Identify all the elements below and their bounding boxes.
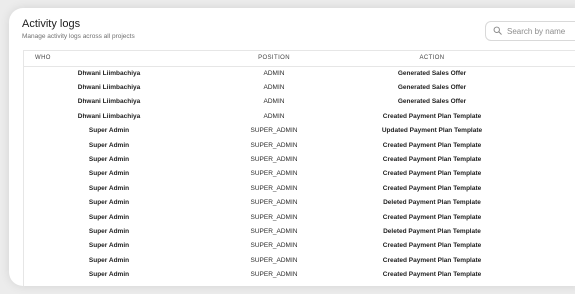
column-header-action[interactable]: ACTION	[354, 51, 510, 67]
cell-spacer	[510, 224, 575, 238]
cell-action: Created Payment Plan Template	[382, 184, 482, 192]
cell-action: Deleted Payment Plan Template	[383, 199, 481, 207]
cell-who: Super Admin	[88, 141, 130, 149]
cell-position: SUPER_ADMIN	[250, 227, 298, 235]
cell-spacer	[510, 109, 575, 123]
table-row[interactable]: Super Admin SUPER_ADMIN Deleted Payment Pl…	[24, 196, 575, 210]
table-row[interactable]: Super Admin SUPER_ADMIN Created Payment Pl…	[24, 167, 575, 181]
table-header-row: WHO POSITION ACTION	[24, 51, 575, 67]
cell-action: Generated Sales Offer	[397, 84, 467, 92]
cell-who: Super Admin	[88, 256, 130, 264]
cell-position: SUPER_ADMIN	[250, 184, 298, 192]
table-row[interactable]: Super AdminSUPER_ADMINCreated Payment Pl…	[24, 282, 575, 287]
cell-position: ADMIN	[263, 112, 285, 120]
table-row[interactable]: Super Admin SUPER_ADMIN Created Payment Pl…	[24, 267, 575, 281]
cell-who: Super Admin	[88, 184, 130, 192]
cell-who: Super Admin	[88, 170, 130, 178]
cell-action: Deleted Payment Plan Template	[383, 227, 481, 235]
cell-spacer	[510, 239, 575, 253]
cell-who: Super Admin	[88, 199, 130, 207]
search-box[interactable]	[485, 21, 575, 41]
table-row[interactable]: Dhwani Liimbachiya ADMIN Generated Sales O…	[24, 80, 575, 94]
cell-spacer	[510, 95, 575, 109]
cell-position: SUPER_ADMIN	[250, 170, 298, 178]
search-input[interactable]	[507, 26, 575, 36]
cell-spacer	[510, 253, 575, 267]
cell-action: Created Payment Plan Template	[382, 141, 482, 149]
cell-action: Generated Sales Offer	[397, 69, 467, 77]
card-header: Activity logs Manage activity logs acros…	[9, 8, 575, 48]
table-body: Dhwani Liimbachiya ADMIN Generated Sales O…	[24, 66, 575, 286]
cell-who: Super Admin	[88, 127, 130, 135]
table-row[interactable]: Super Admin SUPER_ADMIN Created Payment Pl…	[24, 138, 575, 152]
cell-spacer	[510, 167, 575, 181]
cell-who: Dhwani Liimbachiya	[77, 84, 141, 92]
cell-position: SUPER_ADMIN	[250, 141, 298, 149]
table-row[interactable]: Dhwani Liimbachiya ADMIN Generated Sales O…	[24, 95, 575, 109]
table-row[interactable]: Super Admin SUPER_ADMIN Created Payment Pl…	[24, 181, 575, 195]
cell-who: Super Admin	[88, 242, 130, 250]
cell-spacer	[510, 282, 575, 286]
activity-table-container: WHO POSITION ACTION Dhwani Liimbachiya AD…	[23, 50, 575, 286]
cell-position: SUPER_ADMIN	[250, 256, 298, 264]
cell-action: Created Payment Plan Template	[382, 112, 482, 120]
cell-who: Super Admin	[88, 227, 130, 235]
table-row[interactable]: Super Admin SUPER_ADMIN Deleted Payment Pl…	[24, 224, 575, 238]
column-header-who[interactable]: WHO	[24, 51, 194, 67]
table-row[interactable]: Super Admin SUPER_ADMIN Created Payment Pl…	[24, 253, 575, 267]
table-row[interactable]: Super Admin SUPER_ADMIN Created Payment Pl…	[24, 239, 575, 253]
cell-who: Super Admin	[88, 156, 130, 164]
cell-action: Created Payment Plan Template	[382, 242, 482, 250]
cell-action: Created Payment Plan Template	[382, 213, 482, 221]
cell-action: Created Payment Plan Template	[382, 271, 482, 279]
cell-who: Dhwani Liimbachiya	[77, 69, 141, 77]
cell-spacer	[510, 124, 575, 138]
table-row[interactable]: Super Admin SUPER_ADMIN Updated Payment Pl…	[24, 124, 575, 138]
activity-table: WHO POSITION ACTION Dhwani Liimbachiya AD…	[24, 51, 575, 286]
search-icon	[493, 22, 502, 40]
cell-spacer	[510, 267, 575, 281]
page-subtitle: Manage activity logs across all projects	[22, 33, 135, 40]
cell-position: SUPER_ADMIN	[250, 127, 298, 135]
cell-position: SUPER_ADMIN	[250, 199, 298, 207]
cell-who: Super Admin	[24, 282, 194, 287]
cell-position: SUPER_ADMIN	[250, 242, 298, 250]
column-header-position[interactable]: POSITION	[194, 51, 354, 67]
cell-who: Dhwani Liimbachiya	[77, 112, 141, 120]
column-header-spacer	[510, 51, 575, 67]
cell-spacer	[510, 138, 575, 152]
cell-action: Created Payment Plan Template	[354, 282, 510, 287]
activity-logs-card: Activity logs Manage activity logs acros…	[9, 8, 575, 286]
cell-who: Super Admin	[88, 213, 130, 221]
cell-who: Dhwani Liimbachiya	[77, 98, 141, 106]
cell-spacer	[510, 181, 575, 195]
cell-position: SUPER_ADMIN	[194, 282, 354, 287]
cell-position: ADMIN	[263, 84, 285, 92]
cell-position: SUPER_ADMIN	[250, 213, 298, 221]
cell-position: SUPER_ADMIN	[250, 271, 298, 279]
page-title: Activity logs	[22, 18, 81, 30]
cell-spacer	[510, 152, 575, 166]
cell-position: SUPER_ADMIN	[250, 156, 298, 164]
cell-action: Created Payment Plan Template	[382, 156, 482, 164]
cell-position: ADMIN	[263, 98, 285, 106]
cell-spacer	[510, 210, 575, 224]
cell-who: Super Admin	[88, 271, 130, 279]
cell-action: Created Payment Plan Template	[382, 170, 482, 178]
table-row[interactable]: Dhwani Liimbachiya ADMIN Generated Sales O…	[24, 66, 575, 80]
cell-action: Generated Sales Offer	[397, 98, 467, 106]
table-row[interactable]: Dhwani Liimbachiya ADMIN Created Payment P…	[24, 109, 575, 123]
table-row[interactable]: Super Admin SUPER_ADMIN Created Payment Pl…	[24, 210, 575, 224]
cell-action: Created Payment Plan Template	[382, 256, 482, 264]
cell-spacer	[510, 80, 575, 94]
cell-spacer	[510, 196, 575, 210]
cell-spacer	[510, 66, 575, 80]
table-row[interactable]: Super Admin SUPER_ADMIN Created Payment Pl…	[24, 152, 575, 166]
cell-position: ADMIN	[263, 69, 285, 77]
cell-action: Updated Payment Plan Template	[381, 127, 483, 135]
